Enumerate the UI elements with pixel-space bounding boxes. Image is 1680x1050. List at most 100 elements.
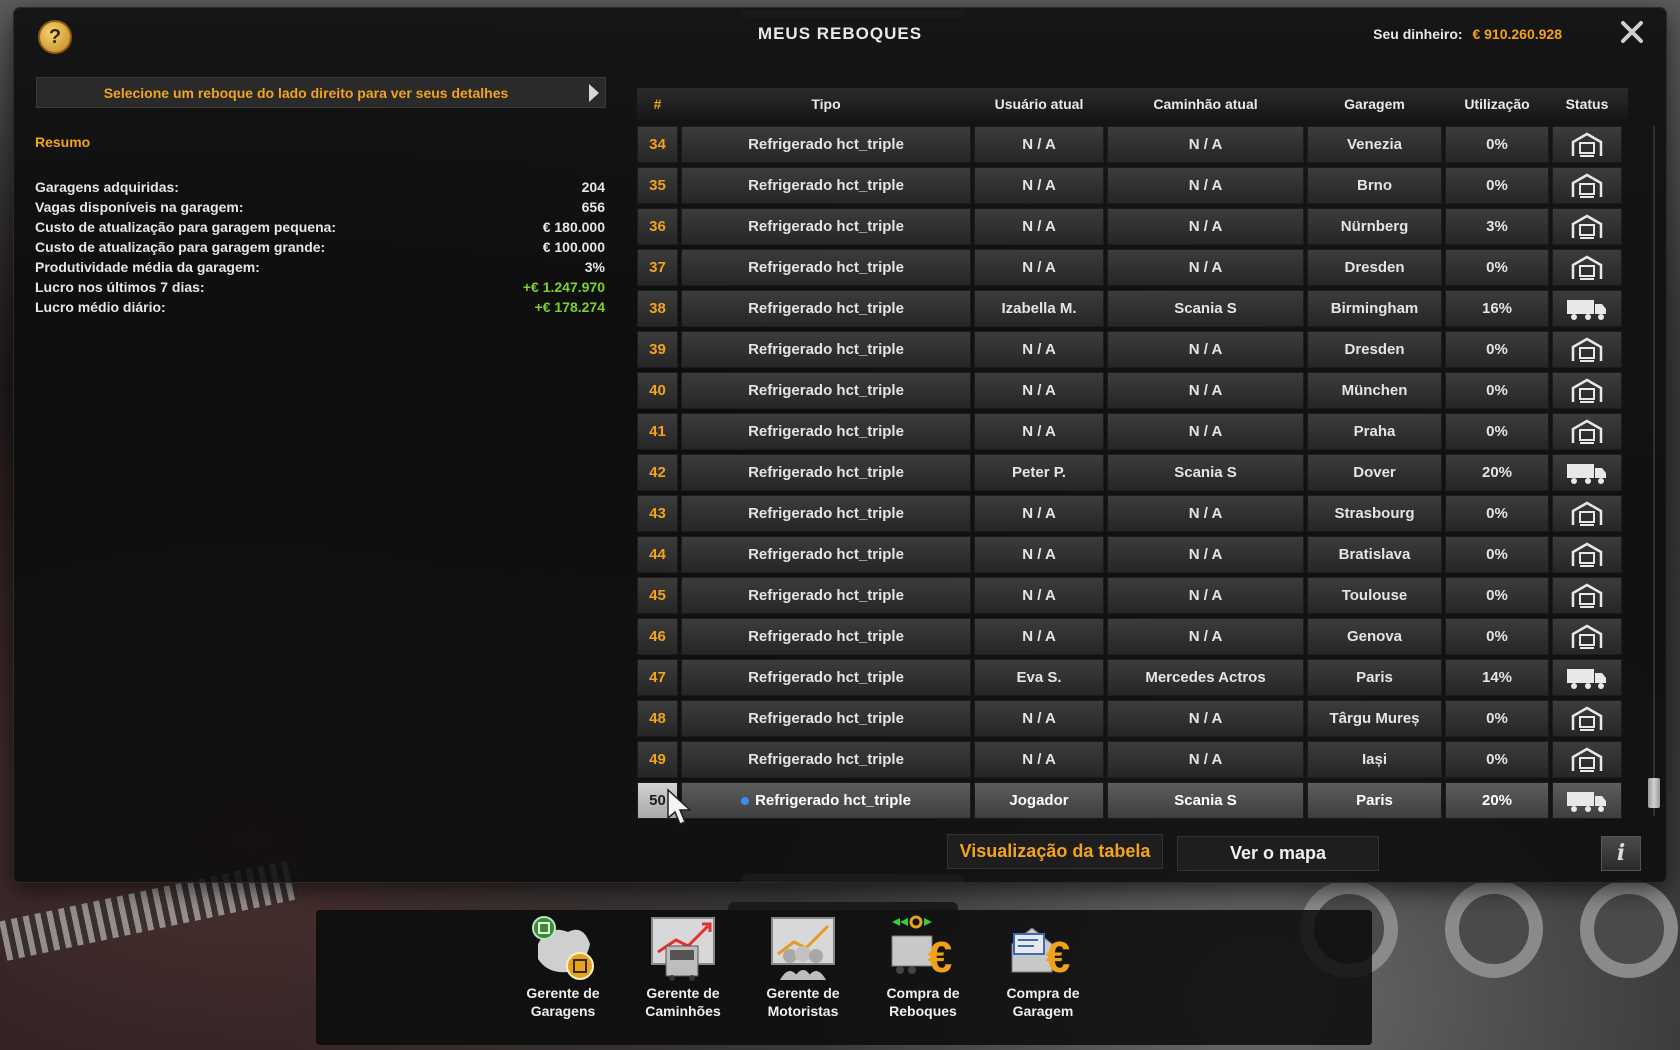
summary-label: Vagas disponíveis na garagem: <box>35 199 244 215</box>
table-scrollbar[interactable] <box>1648 126 1660 816</box>
current-user: N / A <box>974 167 1104 204</box>
row-number-text: 45 <box>649 587 666 604</box>
current-user-text: N / A <box>1022 710 1056 727</box>
table-row[interactable]: 44 Refrigerado hct_triple N / A N / A Bratis… <box>637 536 1628 573</box>
trailer-type: Refrigerado hct_triple <box>681 536 971 573</box>
header-number[interactable]: # <box>637 96 678 112</box>
summary-row: Produtividade média da garagem: 3% <box>35 259 605 279</box>
current-user: N / A <box>974 495 1104 532</box>
garage-name-text: Târgu Mureș <box>1329 710 1420 727</box>
table-row[interactable]: 47 Refrigerado hct_triple Eva S. Mercedes A… <box>637 659 1628 696</box>
current-truck: N / A <box>1107 741 1304 778</box>
utilization: 0% <box>1445 700 1549 737</box>
summary-label: Garagens adquiridas: <box>35 179 179 195</box>
table-row[interactable]: 41 Refrigerado hct_triple N / A N / A Praha 0… <box>637 413 1628 450</box>
status-cell <box>1552 782 1622 819</box>
table-row[interactable]: 42 Refrigerado hct_triple Peter P. Scania S… <box>637 454 1628 491</box>
current-user-text: N / A <box>1022 218 1056 235</box>
garage-name-text: Nürnberg <box>1340 218 1409 235</box>
summary-row: Custo de atualização para garagem grande… <box>35 239 605 259</box>
garage-name: Bratislava <box>1307 536 1442 573</box>
row-number-text: 34 <box>649 136 666 153</box>
garage-icon <box>1570 132 1604 158</box>
table-row[interactable]: 45 Refrigerado hct_triple N / A N / A Toulou… <box>637 577 1628 614</box>
trailer-type: Refrigerado hct_triple <box>681 413 971 450</box>
table-row[interactable]: 36 Refrigerado hct_triple N / A N / A Nürnbe… <box>637 208 1628 245</box>
table-row[interactable]: 38 Refrigerado hct_triple Izabella M. Scani… <box>637 290 1628 327</box>
table-row[interactable]: 49 Refrigerado hct_triple N / A N / A Iași 0% <box>637 741 1628 778</box>
row-number-text: 37 <box>649 259 666 276</box>
map-view-button[interactable]: Ver o mapa <box>1177 836 1379 871</box>
current-user: N / A <box>974 741 1104 778</box>
garage-name-text: Paris <box>1356 669 1393 686</box>
summary-label: Lucro médio diário: <box>35 299 166 315</box>
utilization: 16% <box>1445 290 1549 327</box>
close-button[interactable] <box>1618 20 1646 48</box>
menu-label-line1: Gerente de <box>646 985 720 1001</box>
row-number-text: 44 <box>649 546 666 563</box>
driver-manager-button[interactable]: Gerente de Motoristas <box>744 914 862 1020</box>
trailer-type: Refrigerado hct_triple <box>681 249 971 286</box>
utilization: 0% <box>1445 618 1549 655</box>
menu-label-line2: Reboques <box>889 1003 957 1019</box>
status-cell <box>1552 208 1622 245</box>
status-cell <box>1552 249 1622 286</box>
summary-row: Garagens adquiridas: 204 <box>35 179 605 199</box>
current-user-text: N / A <box>1022 259 1056 276</box>
row-number: 36 <box>637 208 678 245</box>
garage-name: Paris <box>1307 659 1442 696</box>
garage-icon <box>1570 337 1604 363</box>
row-number: 35 <box>637 167 678 204</box>
utilization: 14% <box>1445 659 1549 696</box>
current-user: N / A <box>974 208 1104 245</box>
current-truck-text: N / A <box>1188 341 1223 358</box>
header-status[interactable]: Status <box>1552 96 1622 112</box>
garage-manager-button[interactable]: Gerente de Garagens <box>504 914 622 1020</box>
garage-icon <box>1570 501 1604 527</box>
current-user-text: N / A <box>1022 136 1056 153</box>
scrollbar-thumb[interactable] <box>1648 778 1660 808</box>
table-view-button[interactable]: Visualização da tabela <box>947 834 1163 869</box>
truck-manager-button[interactable]: Gerente de Caminhões <box>624 914 742 1020</box>
status-cell <box>1552 454 1622 491</box>
table-row[interactable]: 46 Refrigerado hct_triple N / A N / A Genova… <box>637 618 1628 655</box>
garage-name-text: Iași <box>1361 751 1388 768</box>
table-row[interactable]: 43 Refrigerado hct_triple N / A N / A Strasb… <box>637 495 1628 532</box>
summary-row: Lucro nos últimos 7 dias: +€ 1.247.970 <box>35 279 605 299</box>
trailer-type: Refrigerado hct_triple <box>681 126 971 163</box>
table-row[interactable]: 39 Refrigerado hct_triple N / A N / A Dresde… <box>637 331 1628 368</box>
table-row[interactable]: 48 Refrigerado hct_triple N / A N / A Târgu … <box>637 700 1628 737</box>
trailer-type: Refrigerado hct_triple <box>681 659 971 696</box>
status-cell <box>1552 700 1622 737</box>
details-hint-bar[interactable]: Selecione um reboque do lado direito par… <box>36 77 606 108</box>
garage-purchase-button[interactable]: € Compra de Garagem <box>984 914 1102 1020</box>
current-user-text: N / A <box>1022 587 1056 604</box>
summary-value: 656 <box>581 199 605 215</box>
trailer-type: Refrigerado hct_triple <box>681 618 971 655</box>
current-truck: N / A <box>1107 167 1304 204</box>
current-truck-text: N / A <box>1188 546 1223 563</box>
table-row[interactable]: 34 Refrigerado hct_triple N / A N / A Venezi… <box>637 126 1628 163</box>
trailer-purchase-button[interactable]: € Compra de Reboques <box>864 914 982 1020</box>
summary-label: Produtividade média da garagem: <box>35 259 260 275</box>
table-row[interactable]: 40 Refrigerado hct_triple N / A N / A Münche… <box>637 372 1628 409</box>
garage-name: Brno <box>1307 167 1442 204</box>
info-button[interactable]: i <box>1601 836 1641 871</box>
header-utilization[interactable]: Utilização <box>1445 96 1549 112</box>
menu-label-line2: Motoristas <box>767 1003 839 1019</box>
garage-icon <box>1570 378 1604 404</box>
header-garage[interactable]: Garagem <box>1307 96 1442 112</box>
row-number: 38 <box>637 290 678 327</box>
summary-value: +€ 1.247.970 <box>522 279 605 295</box>
current-truck: N / A <box>1107 536 1304 573</box>
summary-value: +€ 178.274 <box>534 299 605 315</box>
header-current-truck[interactable]: Caminhão atual <box>1107 96 1304 112</box>
table-row[interactable]: 50 Refrigerado hct_triple Jogador Scania S P… <box>637 782 1628 819</box>
header-current-user[interactable]: Usuário atual <box>974 96 1104 112</box>
table-row[interactable]: 37 Refrigerado hct_triple N / A N / A Dresde… <box>637 249 1628 286</box>
current-truck-text: Scania S <box>1174 464 1237 481</box>
garage-name-text: Dresden <box>1344 341 1405 358</box>
row-number: 44 <box>637 536 678 573</box>
header-type[interactable]: Tipo <box>681 96 971 112</box>
table-row[interactable]: 35 Refrigerado hct_triple N / A N / A Brno 0% <box>637 167 1628 204</box>
